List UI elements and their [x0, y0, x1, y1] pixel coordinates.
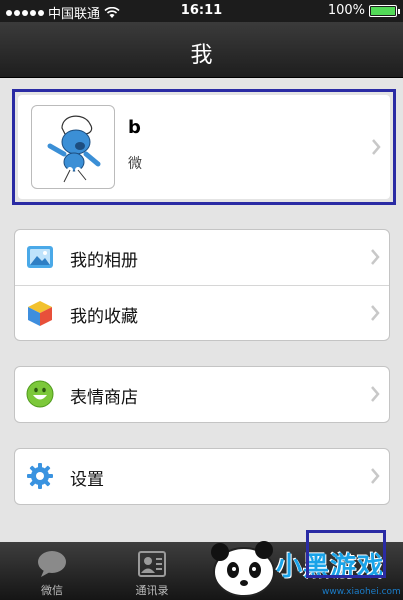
- profile-wechat-id: 微: [128, 156, 142, 172]
- status-bar: 中国联通 16:11 100%: [0, 0, 403, 22]
- chat-bubble-icon: [38, 551, 66, 577]
- tab-highlight-box: [306, 530, 386, 578]
- tab-contacts[interactable]: 通讯录: [102, 542, 202, 600]
- navigation-bar: 我: [0, 22, 403, 78]
- menu-item-sticker-store[interactable]: 表情商店: [15, 367, 389, 422]
- profile-name: b: [128, 117, 141, 138]
- menu-item-favorites[interactable]: 我的收藏: [15, 285, 389, 340]
- me-page-content: b 微 我的相册 我的收藏 表情商店 设置: [0, 78, 403, 542]
- chevron-right-icon: [371, 305, 380, 321]
- contacts-card-icon: [138, 551, 166, 577]
- menu-item-label: 我的相册: [70, 251, 138, 271]
- menu-item-settings[interactable]: 设置: [15, 449, 389, 504]
- smurf-avatar-image: [47, 115, 101, 185]
- favorites-cube-icon: [28, 301, 52, 326]
- menu-item-label: 表情商店: [70, 388, 138, 408]
- battery-status: 100%: [327, 3, 400, 18]
- settings-gear-icon: [27, 463, 53, 489]
- profile-card[interactable]: b 微: [18, 95, 390, 199]
- avatar[interactable]: [31, 105, 115, 189]
- chevron-right-icon: [372, 139, 381, 155]
- page-title: 我: [190, 43, 213, 68]
- chevron-right-icon: [371, 468, 380, 484]
- panda-mascot-icon: [211, 541, 275, 597]
- tab-label: 通讯录: [135, 584, 169, 597]
- menu-group-settings: 设置: [14, 448, 390, 505]
- photo-album-icon: [27, 246, 53, 268]
- menu-group-collections: 我的相册 我的收藏: [14, 229, 390, 341]
- tab-chats[interactable]: 微信: [2, 542, 102, 600]
- profile-highlight-box: b 微: [12, 89, 396, 205]
- menu-item-label: 设置: [70, 470, 104, 490]
- battery-percent: 100%: [327, 3, 365, 18]
- menu-item-album[interactable]: 我的相册: [15, 230, 389, 285]
- chevron-right-icon: [371, 386, 380, 402]
- battery-icon: [369, 4, 400, 17]
- menu-item-label: 我的收藏: [70, 307, 138, 327]
- menu-group-sticker: 表情商店: [14, 366, 390, 423]
- smiley-face-icon: [26, 380, 54, 408]
- chevron-right-icon: [371, 249, 380, 265]
- tab-label: 微信: [41, 584, 63, 597]
- watermark-url: www.xiaohei.com: [322, 587, 401, 597]
